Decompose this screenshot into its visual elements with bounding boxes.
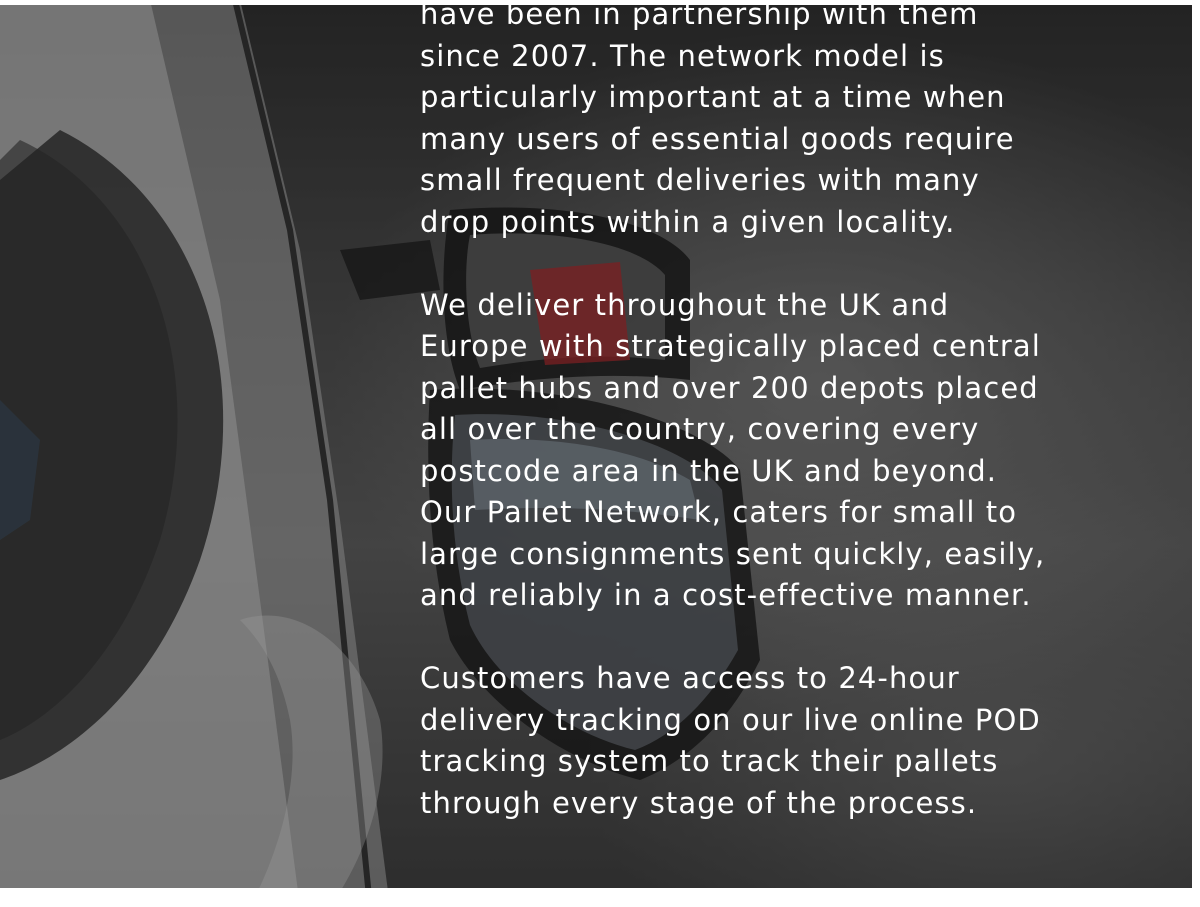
right-edge [1192,0,1200,907]
about-text-block: have been in partnership with them since… [420,0,1060,866]
paragraph-partnership: have been in partnership with them since… [420,0,1015,239]
hero-section: have been in partnership with them since… [0,0,1200,907]
bottom-edge [0,888,1200,907]
paragraph-tracking: Customers have access to 24-hour deliver… [420,661,1041,820]
paragraph-coverage: We deliver throughout the UK and Europe … [420,287,1046,613]
